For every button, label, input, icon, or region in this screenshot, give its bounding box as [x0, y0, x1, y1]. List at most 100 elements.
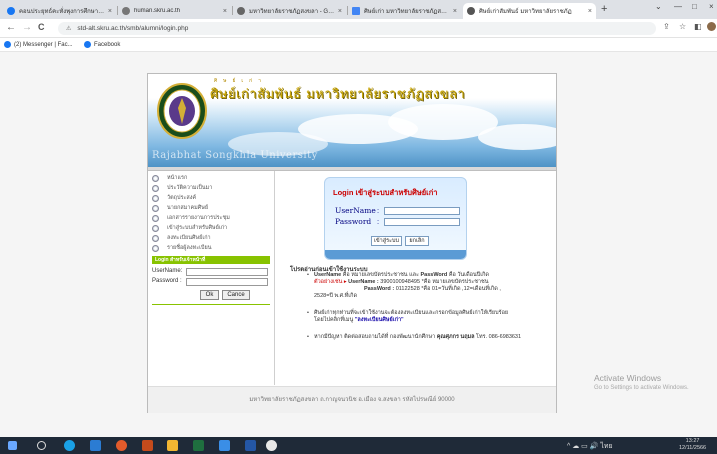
login-box-footer-bar [325, 250, 466, 259]
tab-search-icon[interactable]: ⌄ [655, 2, 662, 11]
url-bar[interactable]: ⚠ std-alt.skru.ac.th/smb/alumni/login.ph… [58, 22, 656, 35]
username-input[interactable] [384, 207, 460, 215]
chrome-icon[interactable] [266, 440, 277, 451]
google-favicon-icon [237, 7, 245, 15]
page-viewport: ศิษย์เก่า ศิษย์เก่าสัมพันธ์ มหาวิทยาลัยร… [0, 52, 717, 437]
tab-2-title: human.skru.ac.th [134, 8, 181, 14]
bullet-icon [152, 224, 159, 232]
clock-time: 13:27 [685, 438, 700, 444]
sidebar-divider [152, 304, 270, 305]
staff-password-input[interactable] [186, 278, 268, 286]
back-arrow-icon[interactable]: ← [6, 22, 16, 33]
photos-icon[interactable] [219, 440, 230, 451]
menu-item-registered-list[interactable]: รายชื่อผู้ลงทะเบียน [152, 243, 212, 253]
tab-3-close-icon[interactable]: × [338, 8, 342, 15]
minimize-button[interactable]: — [674, 2, 682, 11]
restore-button[interactable]: □ [692, 2, 697, 11]
tab-1-close-icon[interactable]: × [108, 8, 112, 15]
register-link[interactable]: "ลงทะเบียนศิษย์เก่า" [355, 317, 404, 323]
menu-label: วัตถุประสงค์ [167, 195, 197, 201]
facebook-favicon-icon [84, 41, 91, 48]
staff-ok-button[interactable]: Ok [200, 290, 219, 300]
tab-5-active[interactable]: ศิษย์เก่าสัมพันธ์ มหาวิทยาลัยราชภัฏ × [463, 3, 596, 19]
tab-2-close-icon[interactable]: × [223, 8, 227, 15]
tab-5-close-icon[interactable]: × [588, 8, 592, 15]
login-submit-button[interactable]: เข้าสู่ระบบ [371, 236, 402, 246]
tab-1[interactable]: คอนประยุทธ์คะทั่งพุงการศึกษาด้าน × [3, 3, 116, 19]
bullet-icon [152, 214, 159, 222]
tab-1-title: คอนประยุทธ์คะทั่งพุงการศึกษาด้าน [19, 9, 105, 15]
globe-favicon-icon [467, 7, 475, 15]
new-tab-button[interactable]: + [601, 3, 607, 15]
menu-item-history[interactable]: ประวัติความเป็นมา [152, 183, 212, 193]
alumni-login-box: Login เข้าสู่ระบบสำหรับศิษย์เก่า UserNam… [324, 177, 467, 260]
menu-item-home[interactable]: หน้าแรก [152, 173, 187, 183]
browser-tab-bar: คอนประยุทธ์คะทั่งพุงการศึกษาด้าน × human… [0, 0, 717, 19]
site-footer: มหาวิทยาลัยราชภัฏสงขลา ถ.กาญจนวนิช อ.เมื… [148, 386, 556, 413]
share-icon[interactable]: ⇪ [663, 22, 670, 31]
globe-favicon-icon [122, 7, 130, 15]
login-box-title: Login เข้าสู่ระบบสำหรับศิษย์เก่า [333, 188, 438, 197]
facebook-favicon-icon [7, 7, 15, 15]
address-toolbar: ← → C ⚠ std-alt.skru.ac.th/smb/alumni/lo… [0, 19, 717, 38]
menu-item-register[interactable]: ลงทะเบียนศิษย์เก่า [152, 233, 211, 243]
staff-login-header: Login สำหรับเจ้าหน้าที่ [152, 256, 270, 264]
password-label: Password [335, 217, 372, 226]
menu-item-meeting-docs[interactable]: เอกสารรายงานการประชุม [152, 213, 230, 223]
search-icon[interactable] [37, 441, 46, 450]
firefox-icon[interactable] [116, 440, 127, 451]
menu-item-president[interactable]: นายกสมาคมศิษย์ [152, 203, 208, 213]
menu-label: ลงทะเบียนศิษย์เก่า [167, 235, 211, 241]
instruction-item-credentials: • UserName คือ หมายเลขบัตรประชาชน และ Pa… [307, 272, 501, 299]
tab-4[interactable]: ศิษย์เก่า มหาวิทยาลัยราชภัฏสงขลา × [348, 3, 461, 19]
left-sidebar: หน้าแรก ประวัติความเป็นมา วัตถุประสงค์ น… [148, 171, 273, 385]
bullet-icon [152, 194, 159, 202]
reload-icon[interactable]: C [38, 22, 45, 32]
bookmark-star-icon[interactable]: ☆ [679, 22, 686, 31]
clock-date: 12/11/2566 [679, 445, 707, 451]
staff-username-label: UserName: [152, 268, 183, 274]
powerpoint-icon[interactable] [142, 440, 153, 451]
tab-2[interactable]: human.skru.ac.th × [118, 3, 231, 19]
site-title: ศิษย์เก่าสัมพันธ์ มหาวิทยาลัยราชภัฏสงขลา [210, 87, 466, 102]
forward-arrow-icon[interactable]: → [22, 22, 32, 33]
university-subtitle: Rajabhat Songkhla University [152, 150, 318, 161]
sidepanel-icon[interactable]: ◧ [694, 22, 702, 31]
instructions-panel: โปรดอ่านก่อนเข้าใช้งานระบบ • UserName คื… [290, 264, 552, 340]
menu-label: ประวัติความเป็นมา [167, 185, 213, 191]
bookmarks-bar: (2) Messenger | Fac... Facebook [0, 38, 717, 52]
tab-5-title: ศิษย์เก่าสัมพันธ์ มหาวิทยาลัยราชภัฏ [479, 9, 572, 15]
staff-username-input[interactable] [186, 268, 268, 276]
tab-3-title: มหาวิทยาลัยราชภัฏสงขลา - Google [249, 9, 335, 15]
login-reset-button[interactable]: ยกเลิก [405, 236, 429, 246]
windows-taskbar: ^ ☁ ▭ 🔊 ไทย 13:27 12/11/2566 [0, 437, 717, 454]
system-tray[interactable]: ^ ☁ ▭ 🔊 ไทย [567, 441, 613, 452]
password-input[interactable] [384, 218, 460, 226]
excel-icon[interactable] [193, 440, 204, 451]
close-window-button[interactable]: × [709, 2, 714, 11]
start-icon[interactable] [8, 441, 17, 450]
username-colon: : [377, 206, 380, 215]
menu-item-objectives[interactable]: วัตถุประสงค์ [152, 193, 196, 203]
menu-item-alumni-login[interactable]: เข้าสู่ระบบสำหรับศิษย์เก่า [152, 223, 227, 233]
not-secure-icon: ⚠ [66, 26, 72, 32]
bookmark-facebook[interactable]: Facebook [84, 41, 120, 48]
bullet-icon [152, 174, 159, 182]
facebook-favicon-icon [4, 41, 11, 48]
file-explorer-icon[interactable] [167, 440, 178, 451]
activate-windows-title: Activate Windows [594, 373, 662, 383]
url-text: std-alt.skru.ac.th/smb/alumni/login.php [77, 25, 189, 32]
word-icon[interactable] [90, 440, 101, 451]
edge-icon[interactable] [64, 440, 75, 451]
menu-label: หน้าแรก [167, 175, 188, 181]
profile-avatar[interactable] [707, 22, 716, 31]
taskbar-clock[interactable]: 13:27 12/11/2566 [679, 438, 706, 452]
bookmark-messenger-label: (2) Messenger | Fac... [14, 41, 73, 48]
staff-cancel-button[interactable]: Cance [222, 290, 250, 300]
bookmark-messenger[interactable]: (2) Messenger | Fac... [4, 41, 73, 48]
tab-3[interactable]: มหาวิทยาลัยราชภัฏสงขลา - Google × [233, 3, 346, 19]
app-icon[interactable] [245, 440, 256, 451]
password-colon: : [377, 217, 380, 226]
tab-4-close-icon[interactable]: × [453, 8, 457, 15]
staff-password-label: Password : [152, 278, 182, 284]
